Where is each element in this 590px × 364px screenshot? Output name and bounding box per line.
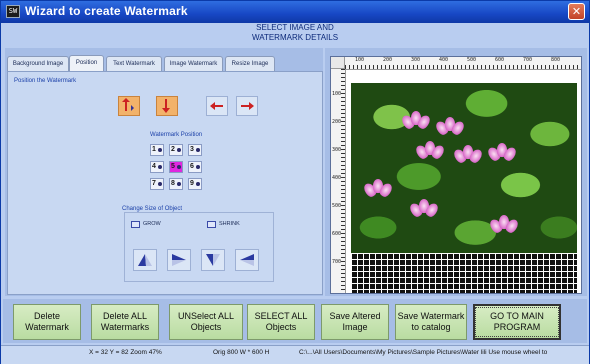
position-button-3[interactable]: 3: [188, 144, 202, 156]
top-ruler-tick: 500: [467, 57, 477, 63]
orig-size-status: Orig 800 W * 600 H: [213, 349, 270, 356]
top-ruler-tick: 700: [523, 57, 533, 63]
lily-flower: [407, 199, 441, 219]
top-ruler-tick: 400: [439, 57, 449, 63]
arrow-right-icon: [241, 102, 254, 110]
select-all-button[interactable]: SELECT ALL Objects: [247, 304, 315, 340]
tab-resize-image[interactable]: Resize Image: [225, 56, 275, 71]
window-title: Wizard to create Watermark: [25, 4, 188, 18]
arrow-up-icon: [122, 98, 134, 111]
grow-label[interactable]: GROW: [143, 221, 161, 227]
tab-image-watermark[interactable]: Image Watermark: [164, 56, 223, 71]
status-bar: X = 32 Y = 82 Zoom 47% Orig 800 W * 600 …: [1, 345, 589, 364]
water-lily-photo[interactable]: [351, 83, 577, 253]
top-ruler-tick: 800: [551, 57, 561, 63]
go-to-main-label: GO TO MAIN PROGRAM: [475, 307, 559, 337]
position-button-2[interactable]: 2: [169, 144, 183, 156]
top-ruler: 100 200 300 400 500 600 700 800: [345, 57, 581, 70]
close-button[interactable]: ✕: [568, 3, 585, 20]
shrink-left-button[interactable]: [235, 249, 259, 271]
tab-background-image[interactable]: Background Image: [7, 56, 69, 71]
grow-up-icon: [138, 254, 152, 266]
header: SELECT IMAGE AND WATERMARK DETAILS: [3, 23, 587, 45]
lily-flower: [413, 141, 447, 161]
grow-icon: [131, 221, 140, 228]
watermark-position-label: Watermark Position: [150, 132, 203, 138]
left-panel: Background Image Position Text Watermark…: [5, 48, 323, 296]
right-panel: 100 200 300 400 500 600 700 800 100 200 …: [325, 48, 587, 296]
close-icon: ✕: [571, 5, 582, 18]
position-button-1[interactable]: 1: [150, 144, 164, 156]
position-button-5[interactable]: 5: [169, 161, 183, 173]
title-bar[interactable]: SW Wizard to create Watermark ✕: [1, 1, 589, 23]
header-title: SELECT IMAGE AND WATERMARK DETAILS: [3, 23, 587, 43]
left-ruler-tick: 300: [332, 147, 342, 153]
arrow-left-icon: [210, 102, 223, 110]
shrink-left-icon: [240, 254, 254, 266]
left-ruler-tick: 600: [332, 231, 342, 237]
tab-position[interactable]: Position: [69, 55, 104, 72]
unselect-all-button[interactable]: UNSelect ALL Objects: [169, 304, 243, 340]
top-ruler-tick: 600: [495, 57, 505, 63]
left-ruler-tick: 100: [332, 91, 342, 97]
left-ruler-tick: 400: [332, 175, 342, 181]
shrink-label[interactable]: SHRINK: [219, 221, 240, 227]
move-left-button[interactable]: [206, 96, 228, 116]
top-ruler-tick: 300: [411, 57, 421, 63]
lily-flower: [485, 143, 519, 163]
top-ruler-tick: 100: [355, 57, 365, 63]
action-button-bar: Delete Watermark Delete ALL Watermarks U…: [3, 299, 587, 343]
header-line2: WATERMARK DETAILS: [251, 33, 339, 42]
lily-flower: [361, 179, 395, 199]
left-ruler-tick: 500: [332, 203, 342, 209]
coords-status: X = 32 Y = 82 Zoom 47%: [89, 349, 162, 356]
position-button-6[interactable]: 6: [188, 161, 202, 173]
lily-flower: [487, 215, 521, 235]
image-canvas[interactable]: 100 200 300 400 500 600 700 800 100 200 …: [330, 56, 582, 294]
position-section-label: Position the Watermark: [14, 78, 77, 84]
position-button-4[interactable]: 4: [150, 161, 164, 173]
delete-watermark-button[interactable]: Delete Watermark: [13, 304, 81, 340]
tab-text-watermark[interactable]: Text Watermark: [106, 56, 162, 71]
left-ruler-tick: 700: [332, 259, 342, 265]
app-icon: SW: [6, 5, 20, 18]
position-button-7[interactable]: 7: [150, 178, 164, 190]
position-button-8[interactable]: 8: [169, 178, 183, 190]
empty-canvas-grid: [351, 253, 577, 293]
move-up-button[interactable]: [118, 96, 140, 116]
save-altered-image-button[interactable]: Save Altered Image: [321, 304, 389, 340]
move-down-button[interactable]: [156, 96, 178, 116]
shrink-icon: [207, 221, 216, 228]
grow-up-button[interactable]: [133, 249, 157, 271]
position-tab-body: Position the Watermark Watermark Positio…: [7, 71, 323, 295]
grow-right-button[interactable]: [167, 249, 191, 271]
save-watermark-catalog-button[interactable]: Save Watermark to catalog: [395, 304, 467, 340]
header-line1: SELECT IMAGE AND: [256, 23, 334, 32]
arrow-down-icon: [162, 99, 170, 113]
move-right-button[interactable]: [236, 96, 258, 116]
top-ruler-tick: 200: [383, 57, 393, 63]
lily-flower: [433, 117, 467, 137]
shrink-down-icon: [206, 254, 220, 266]
left-ruler-tick: 200: [332, 119, 342, 125]
file-path-status: C:\...\All Users\Documents\My Pictures\S…: [299, 349, 548, 356]
tab-strip: Background Image Position Text Watermark…: [7, 55, 323, 72]
delete-all-watermarks-button[interactable]: Delete ALL Watermarks: [91, 304, 159, 340]
position-button-9[interactable]: 9: [188, 178, 202, 190]
go-to-main-program-button[interactable]: GO TO MAIN PROGRAM: [473, 304, 561, 340]
shrink-down-button[interactable]: [201, 249, 225, 271]
grow-right-icon: [172, 254, 186, 266]
ruler-corner: [331, 57, 345, 69]
change-size-group: GROW SHRINK: [124, 212, 274, 282]
left-ruler: 100 200 300 400 500 600 700: [331, 69, 346, 293]
wizard-window: SW Wizard to create Watermark ✕ SELECT I…: [0, 0, 590, 364]
lily-flower: [451, 145, 485, 165]
lily-flower: [399, 111, 433, 131]
